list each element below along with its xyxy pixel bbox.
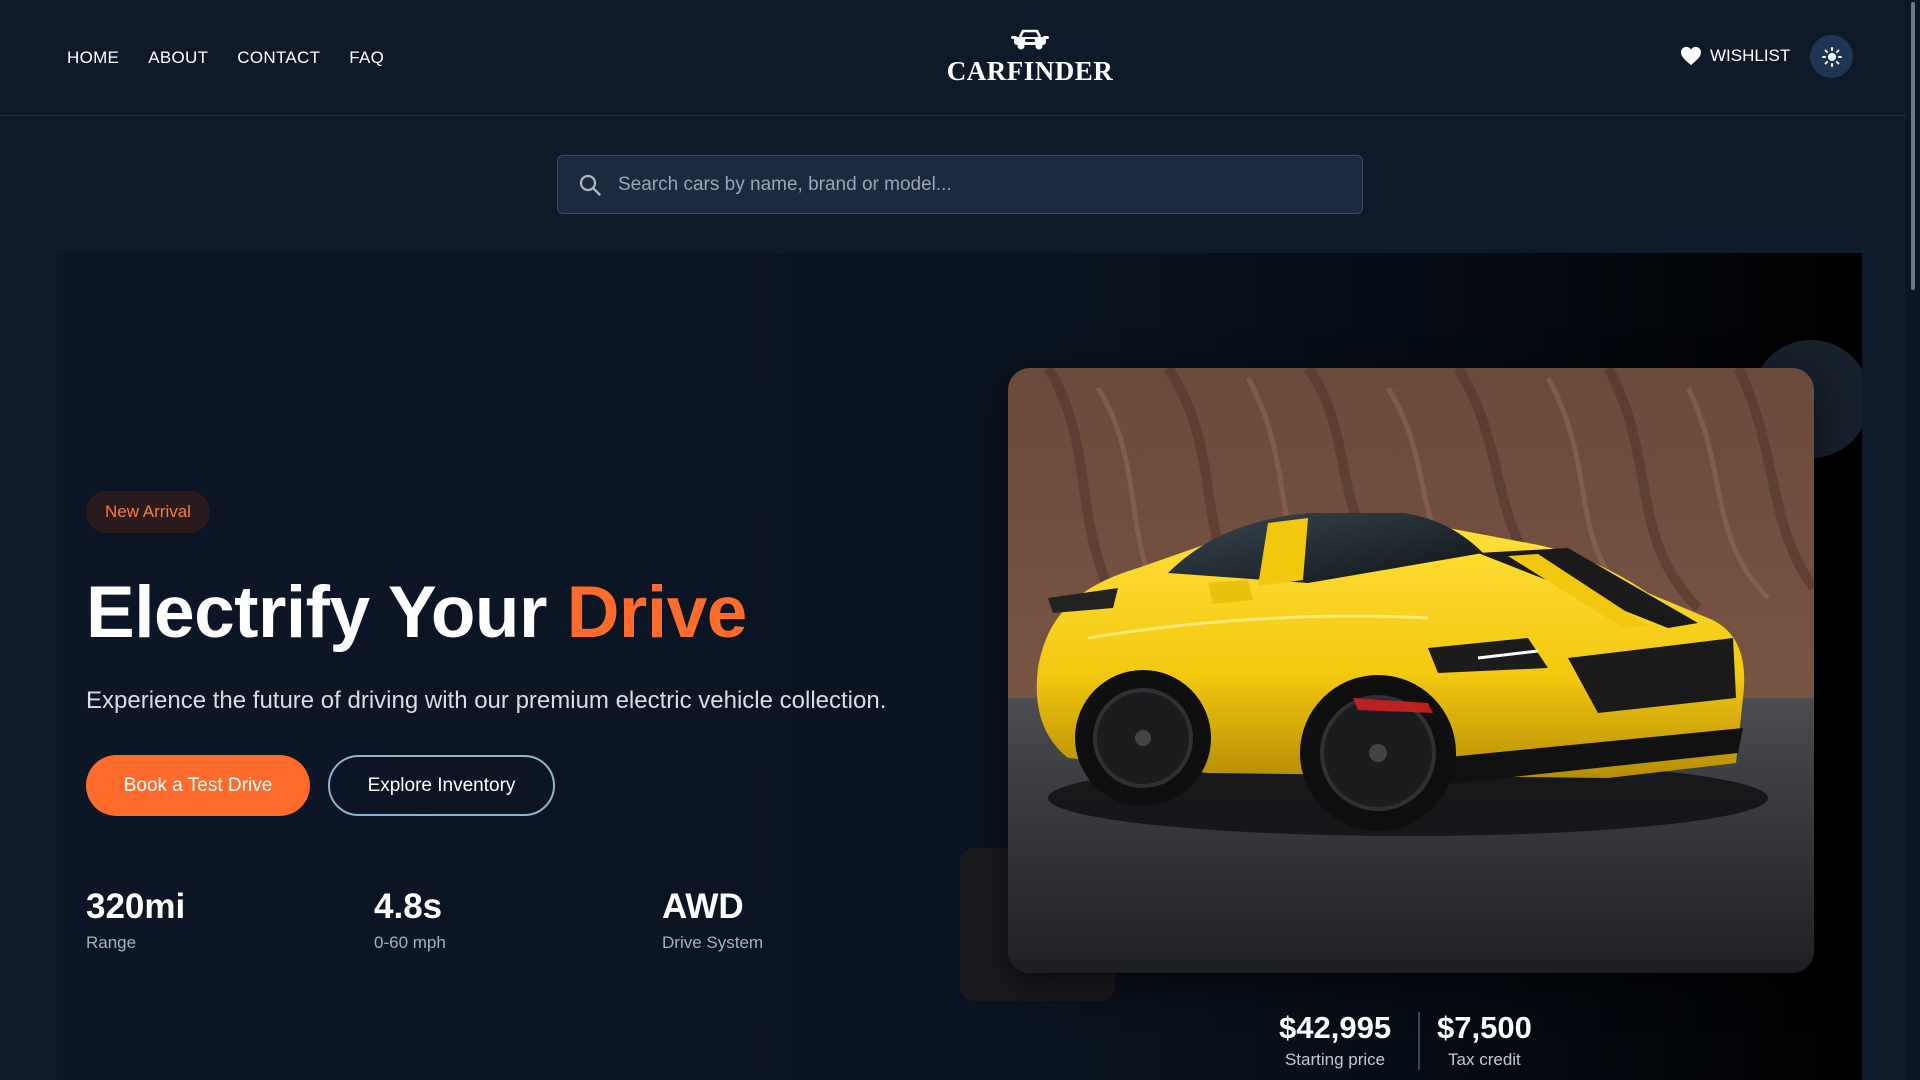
stat-range: 320mi Range [86, 887, 185, 953]
price-label: Tax credit [1448, 1050, 1521, 1069]
stat-value: 320mi [86, 887, 186, 926]
stat-value: 4.8s [374, 887, 443, 926]
search-icon [579, 174, 601, 196]
price-value: $7,500 [1437, 1010, 1532, 1045]
hero-title-accent: Drive [566, 572, 748, 653]
price-starting: $42,995 Starting price [1279, 1010, 1391, 1070]
main-nav: HOME ABOUT CONTACT FAQ [67, 48, 384, 68]
site-header: HOME ABOUT CONTACT FAQ CARFINDER WISHLIS… [0, 0, 1906, 116]
stat-drive-system: AWD Drive System [662, 887, 763, 953]
car-photo [1008, 368, 1814, 973]
page-scrollbar[interactable] [1906, 0, 1920, 1080]
stat-value: AWD [662, 887, 744, 926]
heart-icon [1681, 46, 1701, 66]
price-value: $42,995 [1279, 1010, 1392, 1045]
featured-car-image [1008, 368, 1814, 973]
search-input[interactable] [618, 173, 1362, 196]
nav-about-link[interactable]: ABOUT [148, 48, 208, 68]
stat-acceleration: 4.8s 0-60 mph [374, 887, 446, 953]
stat-label: Drive System [662, 933, 764, 952]
search-bar [557, 155, 1363, 214]
brand-logo[interactable]: CARFINDER [940, 28, 1120, 87]
brand-name: CARFINDER [946, 56, 1114, 86]
price-label: Starting price [1284, 1050, 1386, 1069]
nav-home-link[interactable]: HOME [67, 48, 119, 68]
hero-title: Electrify Your Drive [86, 571, 747, 654]
car-icon [1011, 29, 1049, 50]
price-tax-credit: $7,500 Tax credit [1437, 1010, 1532, 1070]
explore-inventory-button[interactable]: Explore Inventory [328, 755, 555, 816]
new-arrival-badge: New Arrival [86, 491, 210, 533]
scrollbar-thumb[interactable] [1911, 2, 1915, 290]
wishlist-label: WISHLIST [1710, 46, 1791, 65]
book-test-drive-button[interactable]: Book a Test Drive [86, 755, 310, 816]
sun-icon [1821, 46, 1842, 67]
theme-toggle-button[interactable] [1810, 35, 1853, 78]
nav-faq-link[interactable]: FAQ [349, 48, 384, 68]
nav-contact-link[interactable]: CONTACT [237, 48, 320, 68]
wishlist-link[interactable]: WISHLIST [1680, 46, 1790, 66]
hero-title-main: Electrify Your [86, 572, 567, 653]
stat-label: 0-60 mph [374, 933, 446, 952]
hero-section: New Arrival Electrify Your Drive Experie… [57, 253, 1862, 1080]
price-divider [1418, 1012, 1420, 1070]
hero-subtitle: Experience the future of driving with ou… [86, 687, 887, 714]
stat-label: Range [86, 933, 137, 952]
